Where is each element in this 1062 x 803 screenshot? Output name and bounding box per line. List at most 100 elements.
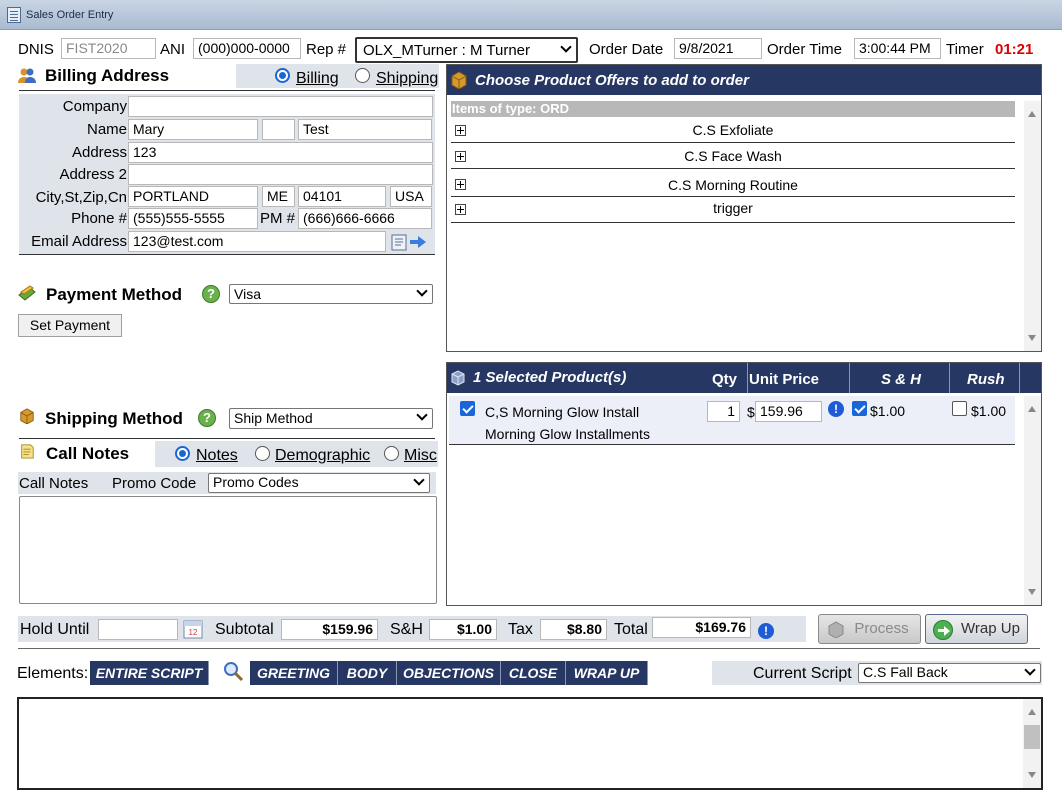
wrap-up-button[interactable]: Wrap Up <box>925 614 1028 644</box>
radio-misc[interactable] <box>384 446 399 461</box>
phone-label: Phone # <box>71 210 127 227</box>
window-title: Sales Order Entry <box>26 9 114 21</box>
boxes-icon <box>451 370 465 386</box>
selected-products-header: 1 Selected Product(s) Qty Unit Price S &… <box>447 363 1041 393</box>
chevron-down-icon <box>416 285 428 297</box>
radio-demographic[interactable] <box>255 446 270 461</box>
notes-icon <box>21 444 34 459</box>
billing-address-title: Billing Address <box>45 66 170 85</box>
script-text-area[interactable] <box>17 697 1043 790</box>
unit-price-field[interactable]: 159.96 <box>755 401 822 422</box>
send-email-icon[interactable] <box>390 232 428 252</box>
offer-item[interactable]: C.S Face Wash <box>451 143 1015 169</box>
zip-field[interactable]: 04101 <box>298 186 386 207</box>
address2-field[interactable] <box>128 164 433 185</box>
promo-code-select[interactable]: Promo Codes <box>208 473 430 493</box>
address2-label: Address 2 <box>59 166 127 183</box>
middle-initial-field[interactable] <box>262 119 295 140</box>
script-scrollbar[interactable] <box>1023 699 1041 788</box>
search-icon[interactable] <box>223 661 245 683</box>
timer-value: 01:21 <box>995 41 1034 58</box>
promo-code-value: Promo Codes <box>213 474 299 490</box>
address-field[interactable]: 123 <box>128 142 433 163</box>
first-name-field[interactable]: Mary <box>128 119 258 140</box>
shipping-method-title: Shipping Method <box>45 409 183 428</box>
scroll-down-icon[interactable] <box>1028 589 1036 595</box>
current-script-value: C.S Fall Back <box>863 664 948 680</box>
city-label: City,St,Zip,Cn <box>35 189 127 206</box>
tab-greeting[interactable]: GREETING <box>250 661 338 685</box>
hold-until-label: Hold Until <box>20 621 90 638</box>
ani-field[interactable]: (000)000-0000 <box>193 38 301 59</box>
scroll-down-icon[interactable] <box>1028 772 1036 778</box>
process-button[interactable]: Process <box>818 614 921 644</box>
sh-total-label: S&H <box>390 621 423 638</box>
call-notes-title: Call Notes <box>46 444 130 463</box>
hold-until-field[interactable] <box>98 619 178 640</box>
offers-scrollbar[interactable] <box>1024 101 1041 351</box>
tab-wrap-up[interactable]: WRAP UP <box>566 661 648 685</box>
rush-value: $1.00 <box>971 403 1007 419</box>
tab-close[interactable]: CLOSE <box>501 661 566 685</box>
payment-method-title: Payment Method <box>46 285 183 304</box>
payment-method-select[interactable]: Visa <box>229 284 433 304</box>
sh-checkbox[interactable] <box>852 401 867 416</box>
currency-symbol: $ <box>747 404 755 420</box>
selected-products-title: 1 Selected Product(s) <box>473 369 627 386</box>
tax-value: $8.80 <box>540 619 607 640</box>
pm-field[interactable]: (666)666-6666 <box>298 208 432 229</box>
set-payment-button[interactable]: Set Payment <box>18 314 122 337</box>
city-field[interactable]: PORTLAND <box>128 186 258 207</box>
state-field[interactable]: ME <box>262 186 295 207</box>
people-icon <box>18 68 36 83</box>
offer-item[interactable]: C.S Exfoliate <box>451 117 1015 143</box>
dnis-label: DNIS <box>18 41 54 58</box>
call-notes-textarea[interactable] <box>19 496 437 604</box>
phone-field[interactable]: (555)555-5555 <box>128 208 258 229</box>
rush-checkbox[interactable] <box>952 401 967 416</box>
qty-field[interactable]: 1 <box>707 401 740 422</box>
help-icon[interactable]: ? <box>202 285 220 303</box>
country-field[interactable]: USA <box>390 186 432 207</box>
calendar-icon[interactable]: 12 <box>182 618 204 640</box>
chevron-down-icon <box>560 41 572 53</box>
radio-shipping-label: Shipping <box>376 70 439 87</box>
scroll-thumb[interactable] <box>1024 725 1040 749</box>
subtotal-value: $159.96 <box>281 619 378 640</box>
rep-select[interactable]: OLX_MTurner : M Turner <box>355 37 578 63</box>
company-field[interactable] <box>128 96 433 117</box>
help-icon[interactable]: ? <box>198 409 216 427</box>
col-rush: Rush <box>967 371 1005 388</box>
scroll-up-icon[interactable] <box>1028 111 1036 117</box>
current-script-select[interactable]: C.S Fall Back <box>858 663 1041 683</box>
scroll-up-icon[interactable] <box>1028 709 1036 715</box>
tab-body[interactable]: BODY <box>338 661 397 685</box>
email-field[interactable]: 123@test.com <box>128 231 386 252</box>
tab-entire-script[interactable]: ENTIRE SCRIPT <box>90 661 209 685</box>
product-select-checkbox[interactable] <box>460 401 475 416</box>
radio-misc-label: Misc <box>404 447 437 464</box>
tab-objections[interactable]: OBJECTIONS <box>397 661 501 685</box>
offer-item[interactable]: C.S Morning Routine <box>451 169 1015 197</box>
product-offers-panel: Choose Product Offers to add to order It… <box>446 64 1042 352</box>
order-time-field[interactable]: 3:00:44 PM <box>854 38 941 59</box>
info-icon[interactable]: ! <box>828 401 844 417</box>
info-icon[interactable]: ! <box>758 623 774 639</box>
sh-value: $1.00 <box>870 403 906 419</box>
radio-shipping[interactable] <box>355 68 370 83</box>
ani-label: ANI <box>160 41 186 58</box>
shipping-method-select[interactable]: Ship Method <box>229 408 433 429</box>
radio-billing[interactable] <box>275 68 290 83</box>
order-date-field[interactable]: 9/8/2021 <box>674 38 762 59</box>
divider <box>19 254 435 255</box>
selected-scrollbar[interactable] <box>1024 396 1041 605</box>
scroll-up-icon[interactable] <box>1028 406 1036 412</box>
offer-item[interactable]: trigger <box>451 197 1015 223</box>
scroll-down-icon[interactable] <box>1028 335 1036 341</box>
tax-label: Tax <box>508 621 533 638</box>
col-divider <box>1019 363 1020 393</box>
last-name-field[interactable]: Test <box>298 119 432 140</box>
dnis-field[interactable]: FIST2020 <box>61 38 156 59</box>
col-qty: Qty <box>712 371 738 388</box>
radio-notes[interactable] <box>175 446 190 461</box>
